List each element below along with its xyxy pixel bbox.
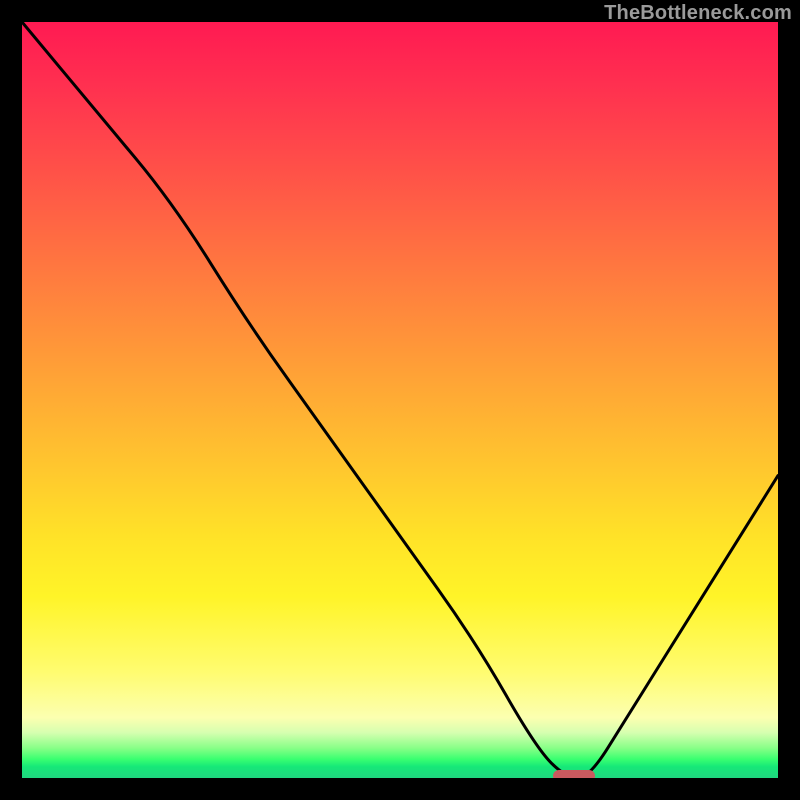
watermark: TheBottleneck.com (604, 2, 792, 25)
optimal-marker (553, 770, 595, 778)
plot-area (22, 22, 778, 778)
chart-container: TheBottleneck.com (0, 0, 800, 800)
bottleneck-curve (22, 22, 778, 778)
